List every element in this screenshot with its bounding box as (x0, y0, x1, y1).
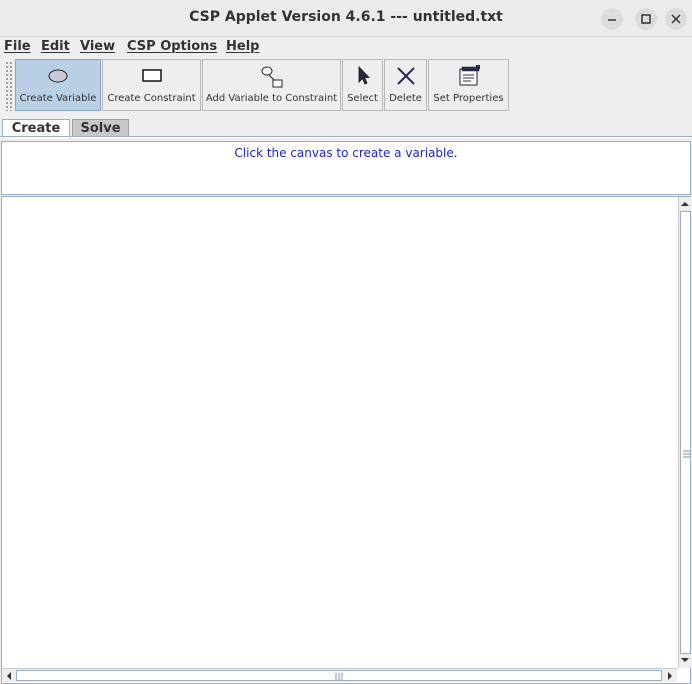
scroll-down-icon[interactable] (679, 654, 691, 666)
connect-icon (261, 66, 282, 88)
app-window: CSP Applet Version 4.6.1 --- untitled.tx… (0, 0, 692, 684)
vertical-thumb-grip-icon (683, 450, 690, 458)
create-variable-button[interactable]: Create Variable (15, 59, 101, 111)
maximize-icon (641, 14, 651, 24)
mode-tabs: Create Solve (0, 117, 692, 139)
scroll-left-icon[interactable] (3, 670, 15, 682)
set-properties-label: Set Properties (433, 93, 504, 104)
vertical-scroll-thumb[interactable] (680, 211, 691, 654)
menu-edit[interactable]: Edit (41, 39, 70, 54)
scroll-right-icon[interactable] (664, 670, 676, 682)
message-panel: Click the canvas to create a variable. (1, 141, 691, 195)
rectangle-icon (141, 69, 162, 82)
create-constraint-button[interactable]: Create Constraint (102, 59, 201, 111)
menu-file[interactable]: File (4, 39, 31, 54)
title-bar[interactable]: CSP Applet Version 4.6.1 --- untitled.tx… (0, 0, 692, 37)
graph-canvas[interactable] (2, 197, 677, 668)
scroll-up-icon[interactable] (679, 198, 691, 210)
delete-button[interactable]: Delete (384, 59, 427, 111)
menu-csp-options[interactable]: CSP Options (127, 39, 217, 54)
create-variable-label: Create Variable (19, 93, 97, 104)
canvas-area (1, 196, 691, 684)
maximize-button[interactable] (635, 8, 657, 30)
menu-bar: File Edit View CSP Options Help (0, 37, 692, 57)
create-constraint-label: Create Constraint (107, 93, 196, 104)
set-properties-button[interactable]: Set Properties (428, 59, 509, 111)
pointer-icon (358, 66, 370, 85)
window-title: CSP Applet Version 4.6.1 --- untitled.tx… (189, 9, 503, 25)
add-variable-to-constraint-button[interactable]: Add Variable to Constraint (202, 59, 341, 111)
vertical-scrollbar[interactable] (678, 197, 691, 668)
toolbar-grip[interactable] (5, 61, 13, 111)
horizontal-thumb-grip-icon (335, 673, 343, 680)
horizontal-scrollbar[interactable] (2, 668, 677, 682)
ellipse-icon (48, 69, 68, 83)
select-label: Select (347, 93, 378, 104)
properties-icon (459, 65, 480, 86)
add-variable-to-constraint-label: Add Variable to Constraint (205, 93, 338, 104)
select-button[interactable]: Select (342, 59, 383, 111)
delete-label: Delete (389, 93, 422, 104)
horizontal-scroll-thumb[interactable] (16, 670, 662, 681)
menu-help[interactable]: Help (226, 39, 259, 54)
status-message: Click the canvas to create a variable. (234, 146, 458, 160)
minimize-button[interactable] (601, 8, 623, 30)
menu-view[interactable]: View (80, 39, 115, 54)
x-icon (396, 67, 415, 85)
tab-divider (0, 136, 692, 138)
close-button[interactable] (665, 8, 687, 30)
toolbar: Create Variable Create Constraint Add Va… (0, 57, 692, 115)
close-icon (671, 14, 681, 24)
minimize-icon (608, 19, 616, 21)
